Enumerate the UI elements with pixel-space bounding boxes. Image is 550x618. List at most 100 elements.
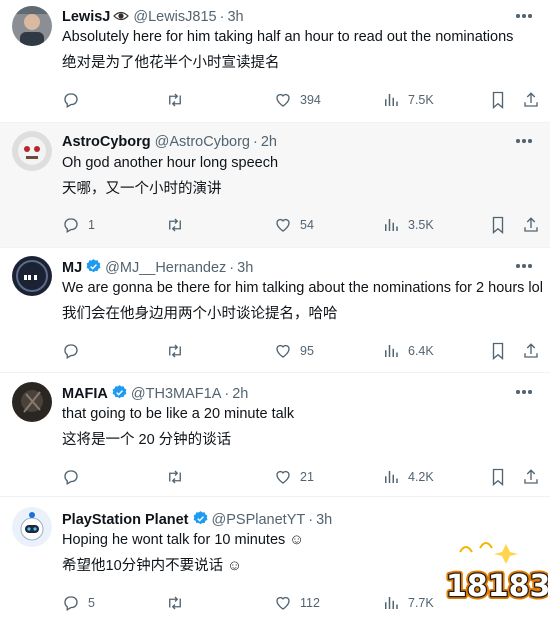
tweet-header: MJ @MJ__Hernandez · 3h xyxy=(62,258,253,280)
bookmark-icon xyxy=(492,216,504,234)
timestamp[interactable]: 2h xyxy=(261,134,277,150)
views-count: 4.2K xyxy=(408,470,434,484)
handle[interactable]: @PSPlanetYT xyxy=(212,512,306,528)
views-icon xyxy=(385,219,398,231)
reply-button[interactable] xyxy=(62,341,88,361)
retweet-icon xyxy=(169,470,181,484)
retweet-button[interactable] xyxy=(166,467,192,487)
display-name[interactable]: LewisJ xyxy=(62,9,110,25)
like-count: 95 xyxy=(300,344,314,358)
bookmark-button[interactable] xyxy=(490,90,514,110)
retweet-button[interactable] xyxy=(166,341,192,361)
tweet-header: LewisJ @LewisJ815 · 3h xyxy=(62,8,244,27)
more-icon[interactable] xyxy=(516,390,534,396)
tweet-text: We are gonna be there for him talking ab… xyxy=(62,280,543,296)
display-name[interactable]: MJ xyxy=(62,260,82,276)
retweet-button[interactable] xyxy=(166,215,192,235)
reply-button[interactable]: 1 xyxy=(62,215,95,235)
tweet-mj[interactable]: MJ @MJ__Hernandez · 3h We are gonna be ther… xyxy=(0,248,550,373)
timestamp[interactable]: 3h xyxy=(237,260,253,276)
tweet-actions: 95 6.4K xyxy=(62,341,542,361)
reply-icon xyxy=(64,596,78,611)
like-count: 21 xyxy=(300,470,314,484)
bookmark-button[interactable] xyxy=(490,215,514,235)
like-count: 54 xyxy=(300,218,314,232)
bookmark-icon xyxy=(492,468,504,486)
tweet-lewisj[interactable]: LewisJ @LewisJ815 · 3h Absolutely here for … xyxy=(0,0,550,123)
tweet-text: Absolutely here for him taking half an h… xyxy=(62,29,514,45)
avatar[interactable] xyxy=(12,382,52,422)
separator: · xyxy=(229,260,235,276)
reply-button[interactable] xyxy=(62,90,88,110)
handle[interactable]: @TH3MAF1A xyxy=(131,386,221,402)
reply-button[interactable] xyxy=(62,467,88,487)
avatar[interactable] xyxy=(12,131,52,171)
handle[interactable]: @MJ__Hernandez xyxy=(105,260,226,276)
share-icon xyxy=(524,92,538,107)
timestamp[interactable]: 3h xyxy=(227,9,243,25)
retweet-button[interactable] xyxy=(166,593,192,613)
more-icon[interactable] xyxy=(516,264,534,270)
views-button[interactable]: 7.7K xyxy=(382,593,434,613)
share-button[interactable] xyxy=(522,467,548,487)
tweet-text: Oh god another hour long speech xyxy=(62,155,279,171)
more-icon[interactable] xyxy=(516,14,534,20)
retweet-icon xyxy=(169,218,181,232)
tweet-text: that going to be like a 20 minute talk xyxy=(62,406,295,422)
like-count: 112 xyxy=(300,596,320,610)
share-button[interactable] xyxy=(522,341,548,361)
views-button[interactable]: 7.5K xyxy=(382,90,434,110)
views-count: 3.5K xyxy=(408,218,434,232)
views-count: 6.4K xyxy=(408,344,434,358)
views-button[interactable]: 4.2K xyxy=(382,467,434,487)
retweet-icon xyxy=(169,344,181,358)
views-button[interactable]: 3.5K xyxy=(382,215,434,235)
like-button[interactable]: 21 xyxy=(274,467,314,487)
avatar[interactable] xyxy=(12,6,52,46)
like-icon xyxy=(276,596,290,610)
separator: · xyxy=(252,134,258,150)
tweet-header: MAFIA @TH3MAF1A · 2h xyxy=(62,384,248,406)
avatar[interactable] xyxy=(12,507,52,547)
separator: · xyxy=(219,9,225,25)
timestamp[interactable]: 3h xyxy=(316,512,332,528)
like-button[interactable]: 394 xyxy=(274,90,321,110)
display-name[interactable]: MAFIA xyxy=(62,386,108,402)
like-button[interactable]: 112 xyxy=(274,593,320,613)
like-count: 394 xyxy=(300,93,321,107)
share-button[interactable] xyxy=(522,215,548,235)
timestamp[interactable]: 2h xyxy=(232,386,248,402)
tweet-text-translation: 天哪，又一个小时的演讲 xyxy=(62,181,222,197)
verified-icon xyxy=(111,384,128,406)
reply-icon xyxy=(64,93,78,108)
like-button[interactable]: 54 xyxy=(274,215,314,235)
bookmark-button[interactable] xyxy=(490,467,514,487)
more-icon[interactable] xyxy=(516,139,534,145)
display-name[interactable]: AstroCyborg xyxy=(62,134,151,150)
views-icon xyxy=(385,471,398,483)
eye-emoji-icon xyxy=(113,9,130,27)
separator: · xyxy=(308,512,314,528)
reply-icon xyxy=(64,344,78,359)
tweet-mafia[interactable]: MAFIA @TH3MAF1A · 2h that going to be like … xyxy=(0,373,550,497)
display-name[interactable]: PlayStation Planet xyxy=(62,512,189,528)
like-button[interactable]: 95 xyxy=(274,341,314,361)
tweet-text: Hoping he wont talk for 10 minutes ☺ xyxy=(62,532,305,548)
verified-icon xyxy=(192,510,209,532)
separator: · xyxy=(224,386,230,402)
retweet-button[interactable] xyxy=(166,90,192,110)
handle[interactable]: @AstroCyborg xyxy=(155,134,250,150)
share-button[interactable] xyxy=(522,90,548,110)
watermark-logo: 18183 18183 18183 xyxy=(440,538,550,610)
views-count: 7.5K xyxy=(408,93,434,107)
handle[interactable]: @LewisJ815 xyxy=(133,9,216,25)
tweet-astrocyborg[interactable]: AstroCyborg @AstroCyborg · 2h Oh god anoth… xyxy=(0,123,550,248)
views-button[interactable]: 6.4K xyxy=(382,341,434,361)
bookmark-button[interactable] xyxy=(490,341,514,361)
reply-count: 5 xyxy=(88,596,95,610)
reply-button[interactable]: 5 xyxy=(62,593,95,613)
tweet-text-translation: 绝对是为了他花半个小时宣读提名 xyxy=(62,55,280,71)
bookmark-icon xyxy=(492,342,504,360)
views-icon xyxy=(385,597,398,609)
avatar[interactable] xyxy=(12,256,52,296)
